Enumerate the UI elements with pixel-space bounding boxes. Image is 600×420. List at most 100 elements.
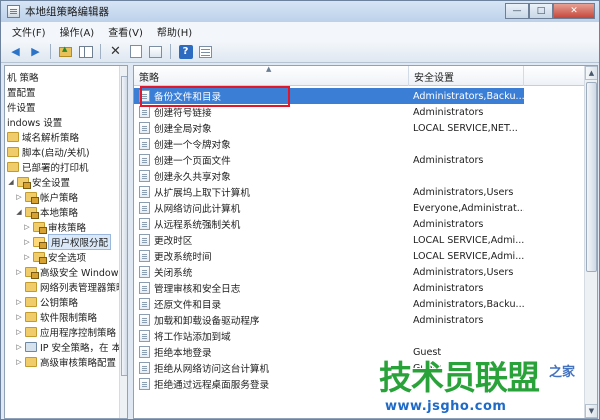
policy-icon xyxy=(139,314,150,326)
expand-arrow-icon[interactable]: ▷ xyxy=(15,328,23,336)
delete-icon[interactable]: ✕ xyxy=(107,44,124,60)
export-icon[interactable] xyxy=(147,44,164,60)
gpedit-app-icon xyxy=(7,5,20,18)
tree-item[interactable]: 脚本(启动/关机) xyxy=(7,144,90,159)
table-row[interactable]: 拒绝从网络访问这台计算机 Guest xyxy=(134,360,524,376)
tree-item[interactable]: ▷ 软件限制策略 xyxy=(15,309,97,324)
expand-arrow-icon[interactable]: ▷ xyxy=(15,313,23,321)
policy-icon xyxy=(139,106,150,118)
policy-icon xyxy=(139,138,150,150)
sort-caret-icon: ▲ xyxy=(266,65,272,73)
table-row[interactable]: 创建一个页面文件 Administrators xyxy=(134,152,524,168)
table-row[interactable]: 创建一个令牌对象 xyxy=(134,136,524,152)
tree-item[interactable]: ▷ 高级审核策略配置 xyxy=(15,354,116,369)
tree-item[interactable]: ▷ 应用程序控制策略 xyxy=(15,324,116,339)
expand-arrow-icon[interactable]: ▷ xyxy=(23,223,31,231)
table-row[interactable]: 关闭系统 Administrators,Users xyxy=(134,264,524,280)
tree-item[interactable]: 已部署的打印机 xyxy=(7,159,89,174)
toolbar: ◀ ▶ ✕ ? xyxy=(1,41,599,63)
expand-arrow-icon[interactable]: ▷ xyxy=(15,358,23,366)
tree-item[interactable]: ▷ 公钥策略 xyxy=(15,294,78,309)
tree-item[interactable]: ▷ IP 安全策略，在 本 xyxy=(15,339,121,354)
policy-list: 策略 ▲ 安全设置 备份文件和目录 Administrators,Backu...… xyxy=(133,65,598,419)
table-row[interactable]: 加载和卸载设备驱动程序 Administrators xyxy=(134,312,524,328)
table-row[interactable]: 创建永久共享对象 xyxy=(134,168,524,184)
forward-icon[interactable]: ▶ xyxy=(27,44,44,60)
menu-action[interactable]: 操作(A) xyxy=(53,24,102,39)
column-header-policy[interactable]: 策略 ▲ xyxy=(134,66,409,86)
policy-icon xyxy=(139,346,150,358)
tree-scrollbar[interactable] xyxy=(119,66,127,418)
help-icon[interactable]: ? xyxy=(177,44,194,60)
tree-item[interactable]: ▷ 高级安全 Windows xyxy=(15,264,123,279)
menu-file[interactable]: 文件(F) xyxy=(5,24,53,39)
tree-item-user-rights[interactable]: ▷ 用户权限分配 xyxy=(23,233,112,250)
tree-item[interactable]: indows 设置 xyxy=(7,114,62,129)
tree-item[interactable]: 件设置 xyxy=(7,99,36,114)
tree-item[interactable]: ▷ 帐户策略 xyxy=(15,189,78,204)
menu-help[interactable]: 帮助(H) xyxy=(150,24,199,39)
policy-icon xyxy=(139,234,150,246)
policy-icon xyxy=(139,250,150,262)
folder-icon xyxy=(7,161,19,172)
policy-icon xyxy=(139,266,150,278)
column-header-setting[interactable]: 安全设置 xyxy=(409,66,524,86)
tree-item[interactable]: ◢ 本地策略 xyxy=(15,204,78,219)
table-row[interactable]: 管理审核和安全日志 Administrators xyxy=(134,280,524,296)
tree-scroll-thumb[interactable] xyxy=(121,76,127,376)
table-row[interactable]: 拒绝本地登录 Guest xyxy=(134,344,524,360)
column-header-label: 策略 xyxy=(139,72,159,84)
expand-arrow-icon[interactable]: ▷ xyxy=(15,268,23,276)
tree-item[interactable]: ▷ 安全选项 xyxy=(23,249,86,264)
table-row[interactable]: 拒绝通过远程桌面服务登录 xyxy=(134,376,524,392)
tree-item[interactable]: 置配置 xyxy=(7,84,36,99)
collapse-arrow-icon[interactable]: ◢ xyxy=(15,208,23,216)
expand-arrow-icon[interactable]: ▷ xyxy=(23,238,31,246)
policy-icon xyxy=(139,218,150,230)
close-button[interactable]: ✕ xyxy=(553,3,595,19)
folder-icon xyxy=(17,176,31,189)
expand-arrow-icon[interactable]: ▷ xyxy=(15,193,23,201)
table-row[interactable]: 创建符号链接 Administrators xyxy=(134,104,524,120)
tree-item[interactable]: 网络列表管理器策略 xyxy=(15,279,126,294)
policy-icon xyxy=(139,298,150,310)
tree-item[interactable]: 机 策略 xyxy=(7,69,39,84)
properties-icon[interactable] xyxy=(127,44,144,60)
maximize-button[interactable]: □ xyxy=(529,3,553,19)
folder-icon xyxy=(33,236,47,249)
scroll-up-icon[interactable]: ▲ xyxy=(585,66,597,80)
table-row[interactable]: 从远程系统强制关机 Administrators xyxy=(134,216,524,232)
show-tree-icon[interactable] xyxy=(77,44,94,60)
table-row[interactable]: 更改系统时间 LOCAL SERVICE,Admi... xyxy=(134,248,524,264)
expand-arrow-icon[interactable]: ▷ xyxy=(23,253,31,261)
list-scroll-thumb[interactable] xyxy=(586,82,597,272)
folder-icon xyxy=(25,326,37,337)
toolbar-separator xyxy=(50,44,51,59)
expand-arrow-icon[interactable]: ▷ xyxy=(15,343,23,351)
table-row[interactable]: 更改时区 LOCAL SERVICE,Admi... xyxy=(134,232,524,248)
table-row[interactable]: 还原文件和目录 Administrators,Backu... xyxy=(134,296,524,312)
scroll-down-icon[interactable]: ▼ xyxy=(585,404,597,418)
tree-item[interactable]: ◢ 安全设置 xyxy=(7,174,70,189)
back-icon[interactable]: ◀ xyxy=(7,44,24,60)
view-icon[interactable] xyxy=(197,44,214,60)
tree-item[interactable]: ▷ 审核策略 xyxy=(23,219,86,234)
expand-arrow-icon[interactable]: ▷ xyxy=(15,298,23,306)
folder-icon xyxy=(25,191,39,204)
list-header-filler xyxy=(524,66,584,86)
table-row[interactable]: 创建全局对象 LOCAL SERVICE,NET... xyxy=(134,120,524,136)
collapse-arrow-icon[interactable]: ◢ xyxy=(7,178,15,186)
table-row[interactable]: 备份文件和目录 Administrators,Backu... xyxy=(134,88,524,104)
computer-icon xyxy=(25,341,37,352)
table-row[interactable]: 将工作站添加到域 xyxy=(134,328,524,344)
up-folder-icon[interactable] xyxy=(57,44,74,60)
tree-item[interactable]: 域名解析策略 xyxy=(7,129,79,144)
folder-icon xyxy=(25,206,39,219)
minimize-button[interactable]: — xyxy=(505,3,529,19)
policy-icon xyxy=(139,90,150,102)
table-row[interactable]: 从网络访问此计算机 Everyone,Administrat... xyxy=(134,200,524,216)
menu-view[interactable]: 查看(V) xyxy=(101,24,150,39)
table-row[interactable]: 从扩展坞上取下计算机 Administrators,Users xyxy=(134,184,524,200)
list-scrollbar[interactable]: ▲ ▼ xyxy=(584,66,597,418)
policy-icon xyxy=(139,154,150,166)
